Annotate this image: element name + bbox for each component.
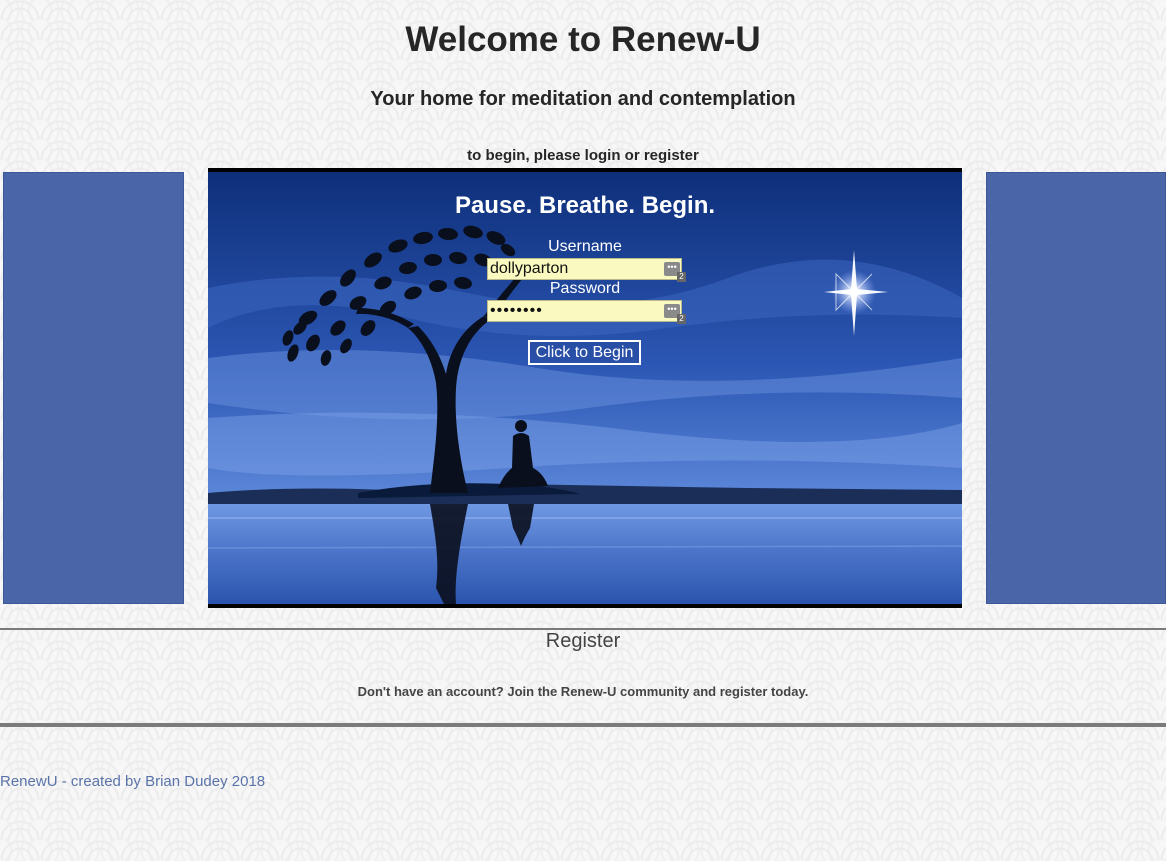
username-label: Username [548, 238, 622, 255]
left-side-panel [3, 172, 184, 604]
password-input[interactable]: •••••••• [487, 300, 682, 322]
register-heading[interactable]: Register [0, 630, 1166, 653]
divider [0, 723, 1166, 727]
right-side-panel [986, 172, 1166, 604]
password-label: Password [549, 280, 621, 297]
register-description: Don't have an account? Join the Renew-U … [357, 684, 809, 699]
autofill-count-badge: 2 [677, 314, 686, 324]
footer-credit: RenewU - created by Brian Dudey 2018 [0, 773, 266, 790]
login-tagline: Pause. Breathe. Begin. [454, 192, 716, 219]
login-prompt: to begin, please login or register [467, 147, 699, 164]
login-form: Pause. Breathe. Begin. Username dollypar… [208, 168, 962, 608]
username-input[interactable]: dollyparton [487, 258, 682, 280]
begin-button[interactable]: Click to Begin [528, 340, 641, 365]
page-title: Welcome to Renew-U [405, 20, 761, 59]
page-subtitle: Your home for meditation and contemplati… [370, 88, 796, 110]
